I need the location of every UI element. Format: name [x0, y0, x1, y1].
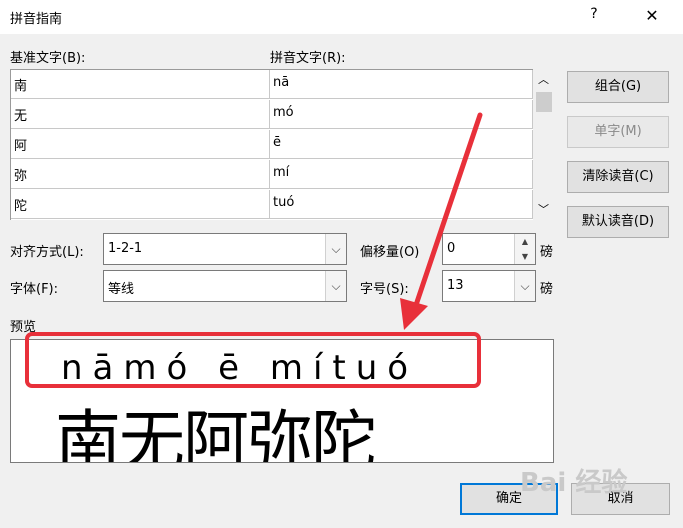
annotation-arrow-icon — [400, 112, 483, 330]
watermark-logo: Bai 经验 — [520, 468, 628, 498]
